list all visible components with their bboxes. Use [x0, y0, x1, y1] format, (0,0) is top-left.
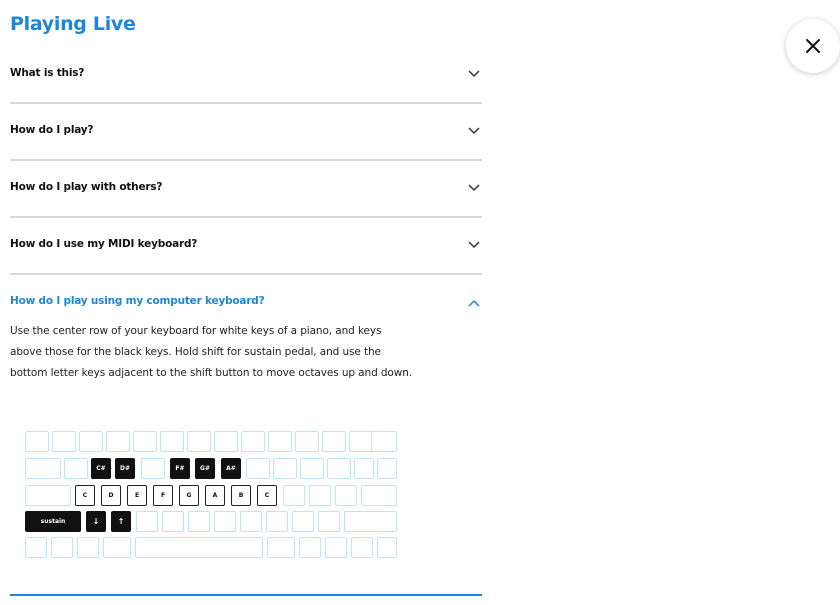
key-outline	[327, 458, 351, 479]
chevron-down-icon	[468, 127, 480, 135]
white-key: G	[179, 485, 199, 506]
faq-question: How do I play using my computer keyboard…	[10, 295, 265, 307]
key-outline	[266, 511, 288, 532]
faq-item[interactable]: How do I use my MIDI keyboard?	[10, 218, 482, 275]
chevron-up-icon	[468, 299, 480, 307]
section-divider	[10, 594, 482, 596]
key-outline	[268, 431, 292, 452]
key-outline	[141, 458, 165, 479]
key-outline	[214, 511, 236, 532]
black-key: G#	[195, 458, 215, 479]
key-outline	[52, 431, 76, 452]
close-button[interactable]	[786, 19, 840, 73]
white-key: E	[127, 485, 147, 506]
key-outline	[371, 431, 397, 452]
faq-list: What is this? How do I play? How do I pl…	[10, 47, 482, 384]
key-outline	[135, 537, 263, 558]
faq-question: How do I play?	[10, 124, 94, 136]
key-outline	[335, 485, 357, 506]
black-key: A#	[221, 458, 241, 479]
white-key: A	[205, 485, 225, 506]
black-key: F#	[170, 458, 190, 479]
key-outline	[309, 485, 331, 506]
white-key: D	[101, 485, 121, 506]
key-outline	[377, 537, 397, 558]
key-outline	[241, 431, 265, 452]
faq-question: How do I use my MIDI keyboard?	[10, 238, 198, 250]
key-outline	[267, 537, 295, 558]
key-outline	[25, 485, 71, 506]
key-outline	[162, 511, 184, 532]
white-key: B	[231, 485, 251, 506]
white-key: C	[75, 485, 95, 506]
key-outline	[344, 511, 397, 532]
faq-question: How do I play with others?	[10, 181, 163, 193]
faq-question: What is this?	[10, 67, 85, 79]
faq-item[interactable]: What is this?	[10, 47, 482, 104]
key-outline	[283, 485, 305, 506]
key-outline	[295, 431, 319, 452]
chevron-down-icon	[468, 241, 480, 249]
key-outline	[187, 431, 211, 452]
faq-item[interactable]: How do I play?	[10, 104, 482, 161]
key-outline	[351, 537, 373, 558]
octave-up-key: ↑	[111, 511, 131, 532]
key-outline	[136, 511, 158, 532]
key-outline	[322, 431, 346, 452]
sustain-key: sustain	[25, 511, 81, 532]
page-title: Playing Live	[10, 13, 136, 35]
white-key: C	[257, 485, 277, 506]
key-outline	[273, 458, 297, 479]
key-outline	[214, 431, 238, 452]
key-outline	[25, 431, 49, 452]
key-outline	[318, 511, 340, 532]
key-outline	[354, 458, 374, 479]
key-outline	[349, 431, 373, 452]
key-outline	[25, 537, 47, 558]
key-outline	[240, 511, 262, 532]
faq-answer: Use the center row of your keyboard for …	[10, 325, 413, 379]
key-outline	[299, 537, 321, 558]
key-outline	[79, 431, 103, 452]
key-outline	[133, 431, 157, 452]
faq-item[interactable]: How do I play with others?	[10, 161, 482, 218]
chevron-down-icon	[468, 184, 480, 192]
key-outline	[361, 485, 397, 506]
key-outline	[160, 431, 184, 452]
key-outline	[188, 511, 210, 532]
key-outline	[300, 458, 324, 479]
key-outline	[64, 458, 88, 479]
black-key: C#	[91, 458, 111, 479]
close-icon	[806, 39, 820, 53]
key-outline	[51, 537, 73, 558]
octave-down-key: ↓	[86, 511, 106, 532]
key-outline	[377, 458, 397, 479]
key-outline	[325, 537, 347, 558]
key-outline	[106, 431, 130, 452]
black-key: D#	[115, 458, 135, 479]
keyboard-diagram: C# D# F# G# A# C D E F G A B C sustain ↓…	[25, 431, 397, 559]
key-outline	[292, 511, 314, 532]
white-key: F	[153, 485, 173, 506]
key-outline	[246, 458, 270, 479]
key-outline	[103, 537, 131, 558]
key-outline	[77, 537, 99, 558]
key-outline	[25, 458, 61, 479]
chevron-down-icon	[468, 70, 480, 78]
faq-item-open[interactable]: How do I play using my computer keyboard…	[10, 295, 482, 384]
